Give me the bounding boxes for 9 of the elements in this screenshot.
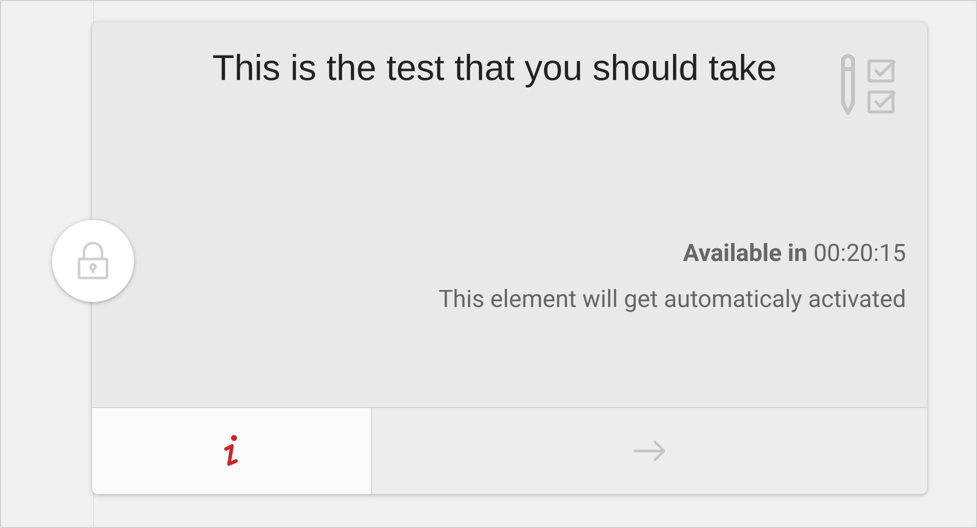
lock-icon <box>77 242 109 280</box>
card-title: This is the test that you should take <box>212 46 777 90</box>
info-button[interactable] <box>92 408 372 494</box>
activation-note: This element will get automaticaly activated <box>438 284 906 315</box>
info-icon <box>224 435 240 467</box>
next-button[interactable] <box>372 408 927 494</box>
availability-label: Available in <box>682 238 808 269</box>
arrow-right-icon <box>632 440 666 462</box>
countdown-time: 00:20:15 <box>813 238 906 269</box>
